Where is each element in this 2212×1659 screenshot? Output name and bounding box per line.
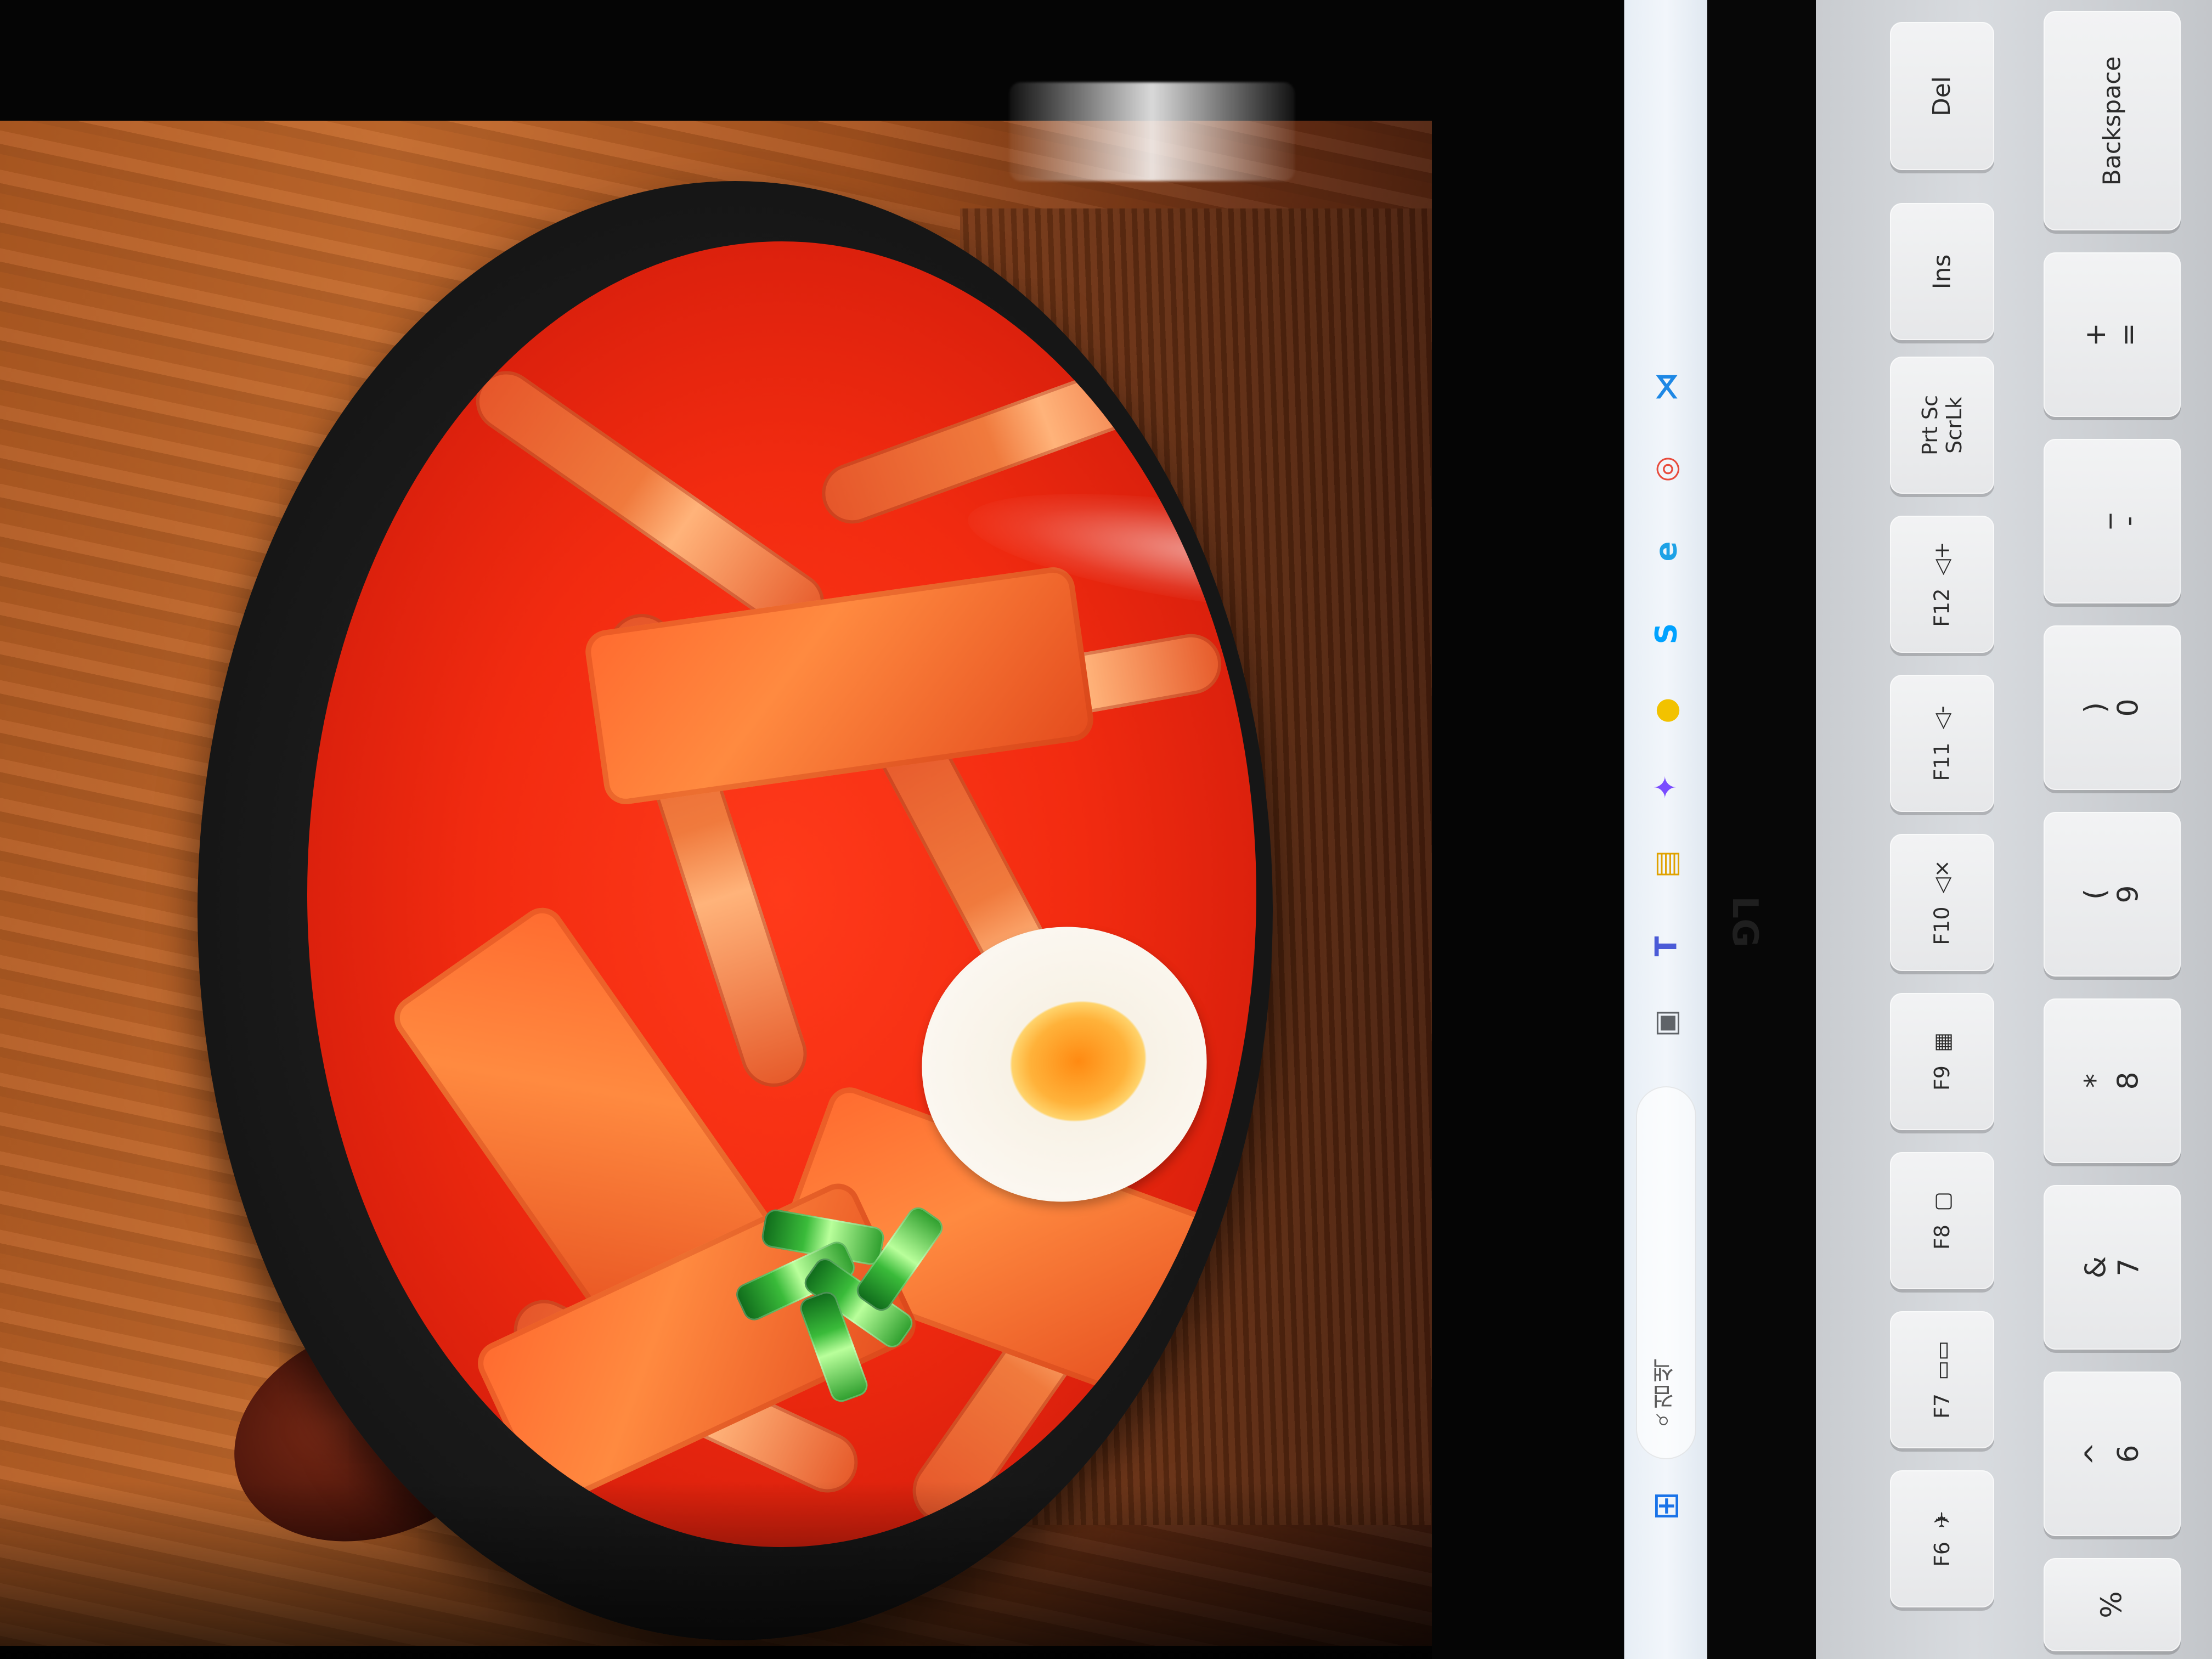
- key-f11[interactable]: F11 ◁-: [1890, 675, 1994, 812]
- taskbar-app-7[interactable]: S: [1641, 609, 1691, 658]
- tteokbokki-soup: [307, 241, 1256, 1547]
- taskbar-app-9[interactable]: ◎: [1641, 444, 1691, 494]
- key-equal-plus[interactable]: + =: [2044, 252, 2181, 417]
- taskbar-app-3[interactable]: T: [1641, 922, 1691, 971]
- taskbar-app-8[interactable]: e: [1641, 527, 1691, 576]
- rice-cake: [464, 359, 836, 645]
- key-6-caret[interactable]: ^ 6: [2044, 1372, 2181, 1536]
- copilot-icon: ✦: [1649, 775, 1683, 800]
- taskbar-app-6[interactable]: ●: [1641, 686, 1691, 735]
- teams-icon: T: [1649, 936, 1683, 957]
- key-5-percent[interactable]: %: [2044, 1558, 2181, 1651]
- key-7-amp[interactable]: & 7: [2044, 1185, 2181, 1350]
- key-minus-underscore[interactable]: _ -: [2044, 439, 2181, 603]
- key-8-star[interactable]: * 8: [2044, 998, 2181, 1163]
- taskbar-app-2[interactable]: ▣: [1641, 998, 1691, 1048]
- window-reflection: [1009, 82, 1295, 181]
- key-del[interactable]: Del: [1890, 22, 1994, 170]
- shadow: [0, 1481, 1432, 1659]
- key-backspace[interactable]: Backspace: [2044, 11, 2181, 230]
- taskbar-app-4[interactable]: ▤: [1641, 839, 1691, 889]
- start-menu-icon: ⊞: [1646, 1491, 1686, 1521]
- laptop-keyboard: Del Ins Prt Sc ScrLk F12 ◁+ F11 ◁- F10 ◁…: [1816, 0, 2212, 1659]
- edge-icon: e: [1649, 541, 1683, 562]
- key-0-paren[interactable]: ) 0: [2044, 625, 2181, 790]
- key-f8[interactable]: F8 ▢: [1890, 1152, 1994, 1289]
- fish-cake: [583, 564, 1096, 808]
- taskbar-app-10[interactable]: ⋊: [1641, 362, 1691, 411]
- taskbar-search-label[interactable]: 검색: [1649, 1317, 1682, 1448]
- key-f6[interactable]: F6 ✈: [1890, 1470, 1994, 1607]
- vscode-icon: ⋊: [1649, 372, 1683, 402]
- key-f10[interactable]: F10 ◁×: [1890, 834, 1994, 971]
- taskbar-app-5[interactable]: ✦: [1641, 763, 1691, 812]
- taskbar-app-1[interactable]: ⊞: [1641, 1481, 1691, 1531]
- app-s-icon: S: [1649, 623, 1683, 645]
- key-f7[interactable]: F7 ▭▭: [1890, 1311, 1994, 1448]
- photo-scene: ⌕ 검색 ⊞ ▣ T ▤ ✦ ● S e ◎ ⋊ LG Del Ins Prt …: [0, 0, 2212, 1659]
- brand-logo: LG: [1724, 896, 1765, 947]
- kakaotalk-icon: ●: [1649, 697, 1683, 724]
- file-explorer-icon: ▤: [1649, 850, 1683, 878]
- key-f9[interactable]: F9 ▦: [1890, 993, 1994, 1130]
- key-prtsc-scrlk[interactable]: Prt Sc ScrLk: [1890, 357, 1994, 494]
- monitor-screen: [0, 0, 1624, 1659]
- key-f12[interactable]: F12 ◁+: [1890, 516, 1994, 653]
- key-ins[interactable]: Ins: [1890, 203, 1994, 340]
- task-view-icon: ▣: [1649, 1009, 1683, 1037]
- key-9-paren[interactable]: ( 9: [2044, 812, 2181, 977]
- windows-taskbar: ⌕ 검색 ⊞ ▣ T ▤ ✦ ● S e ◎ ⋊: [1624, 0, 1707, 1659]
- chrome-icon: ◎: [1649, 456, 1683, 482]
